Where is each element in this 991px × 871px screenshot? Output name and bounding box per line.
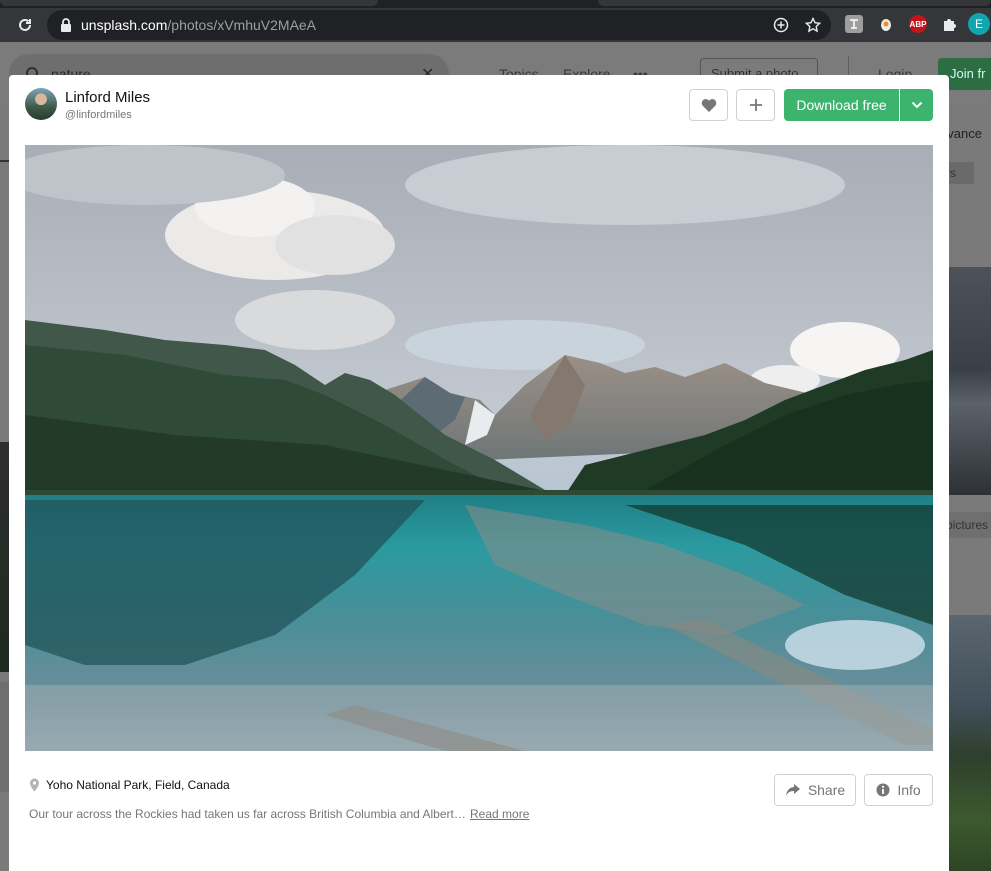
read-more-link[interactable]: Read more bbox=[470, 807, 529, 821]
photo-location[interactable]: Yoho National Park, Field, Canada bbox=[29, 778, 230, 792]
background-photo bbox=[949, 267, 991, 495]
chevron-down-icon bbox=[911, 101, 922, 109]
address-bar[interactable]: unsplash.com/photos/xVmhuV2MAeA bbox=[47, 10, 831, 40]
background-photo bbox=[0, 682, 9, 792]
photo-modal: Linford Miles @linfordmiles Download fre… bbox=[9, 75, 949, 871]
download-options-button[interactable] bbox=[900, 89, 933, 121]
info-label: Info bbox=[897, 782, 921, 798]
background-tab-underline bbox=[0, 160, 9, 162]
info-icon bbox=[876, 783, 890, 797]
browser-tab[interactable] bbox=[598, 0, 991, 6]
bookmark-star-button[interactable] bbox=[803, 15, 823, 35]
tab-strip bbox=[0, 0, 991, 8]
url-host: unsplash.com bbox=[81, 17, 168, 33]
like-button[interactable] bbox=[689, 89, 728, 121]
adblock-plus-icon[interactable]: ABP bbox=[909, 15, 927, 33]
background-pictures-label: pictures bbox=[946, 518, 989, 532]
reload-button[interactable] bbox=[10, 10, 40, 40]
star-icon bbox=[805, 17, 821, 33]
share-label: Share bbox=[807, 782, 846, 798]
puzzle-extensions-icon[interactable] bbox=[940, 15, 958, 33]
background-related-tag: pictures bbox=[942, 512, 991, 538]
info-button[interactable]: Info bbox=[864, 774, 933, 806]
browser-tab[interactable] bbox=[0, 0, 378, 6]
profile-initial: E bbox=[974, 17, 983, 31]
download-button[interactable]: Download free bbox=[784, 89, 899, 121]
location-text: Yoho National Park, Field, Canada bbox=[46, 778, 230, 792]
url-text: unsplash.com/photos/xVmhuV2MAeA bbox=[81, 17, 316, 33]
share-arrow-icon bbox=[785, 784, 800, 796]
lock-icon bbox=[61, 18, 71, 32]
fox-extension-icon[interactable] bbox=[877, 15, 895, 33]
browser-toolbar: unsplash.com/photos/xVmhuV2MAeA ABP E bbox=[0, 8, 991, 42]
main-photo[interactable] bbox=[25, 145, 933, 751]
map-pin-icon bbox=[30, 778, 39, 792]
download-label: Download free bbox=[796, 97, 887, 113]
author-name[interactable]: Linford Miles bbox=[65, 89, 150, 106]
mountain-lake-photo bbox=[25, 145, 933, 751]
share-button[interactable]: Share bbox=[774, 774, 856, 806]
add-circle-icon bbox=[773, 17, 789, 33]
photo-description: Our tour across the Rockies had taken us… bbox=[29, 807, 466, 821]
profile-avatar[interactable]: E bbox=[968, 13, 990, 35]
background-photo bbox=[0, 442, 9, 672]
url-path: /photos/xVmhuV2MAeA bbox=[167, 17, 317, 33]
heart-icon bbox=[701, 98, 716, 112]
author-avatar[interactable] bbox=[25, 88, 57, 120]
adblock-label: ABP bbox=[909, 19, 927, 29]
reload-icon bbox=[19, 18, 31, 31]
author-handle[interactable]: @linfordmiles bbox=[65, 109, 132, 121]
background-join-label: Join fr bbox=[950, 66, 986, 81]
add-to-collection-button[interactable] bbox=[736, 89, 775, 121]
plus-icon bbox=[749, 99, 762, 111]
background-photo bbox=[949, 615, 991, 871]
install-app-button[interactable] bbox=[771, 15, 791, 35]
translate-extension-icon[interactable] bbox=[845, 15, 863, 33]
